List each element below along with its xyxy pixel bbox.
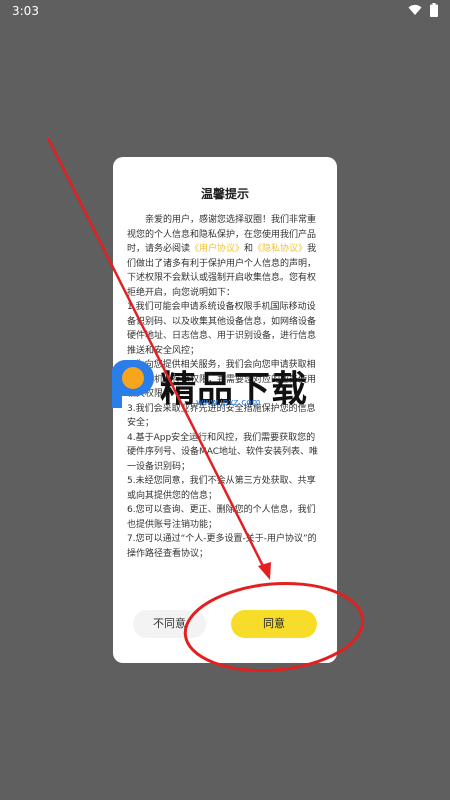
privacy-policy-link[interactable]: 《隐私协议》 xyxy=(253,244,307,254)
status-bar: 3:03 xyxy=(0,0,450,22)
and-text: 和 xyxy=(244,244,254,254)
wifi-icon xyxy=(408,4,422,15)
permission-item: 7.您可以通过“个人-更多设置-关于-用户协议”的操作路径查看协议； xyxy=(127,534,317,559)
permission-item: 1.我们可能会申请系统设备权限手机国际移动设备识别码、以及收集其他设备信息，如网… xyxy=(127,302,317,356)
permission-item: 5.未经您同意，我们不会从第三方处获取、共享或向其提供您的信息； xyxy=(127,476,316,501)
watermark-logo xyxy=(112,360,154,408)
watermark-url: www.jpxz.com xyxy=(196,398,261,408)
status-time: 3:03 xyxy=(12,4,39,18)
dialog-intro: 亲爱的用户，感谢您选择驭圈！我们非常重视您的个人信息和隐私保护，在您使用我们产品… xyxy=(127,213,324,300)
status-icons xyxy=(408,3,438,17)
dialog-title: 温馨提示 xyxy=(200,187,249,201)
permission-item: 6.您可以查询、更正、删除您的个人信息，我们也提供账号注销功能； xyxy=(127,505,316,530)
permission-item: 4.基于App安全运行和风控，我们需要获取您的硬件序列号、设备MAC地址、软件安… xyxy=(127,432,319,472)
agree-button[interactable]: 同意 xyxy=(231,610,317,638)
disagree-button[interactable]: 不同意 xyxy=(133,610,206,638)
battery-icon xyxy=(430,3,438,17)
user-agreement-link[interactable]: 《用户协议》 xyxy=(190,244,244,254)
